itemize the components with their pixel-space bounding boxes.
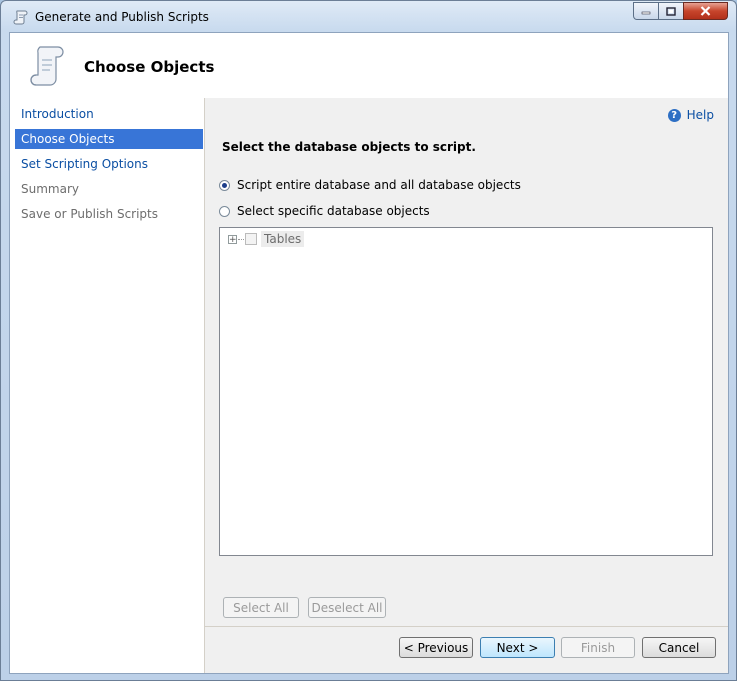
cancel-button[interactable]: Cancel xyxy=(642,637,716,658)
minimize-button[interactable] xyxy=(633,2,659,20)
tree-item-tables: + Tables xyxy=(228,231,305,247)
nav-item-choose-objects[interactable]: Choose Objects xyxy=(15,129,203,149)
close-icon xyxy=(700,6,711,16)
dialog-window: Generate and Publish Scripts Choose Obje… xyxy=(0,0,737,681)
radio-button-unchecked[interactable] xyxy=(219,205,230,217)
option-entire-database[interactable]: Script entire database and all database … xyxy=(219,178,521,192)
radio-button-checked[interactable] xyxy=(219,179,230,191)
page-header: Choose Objects xyxy=(10,33,728,97)
previous-button[interactable]: < Previous xyxy=(399,637,473,658)
select-all-button[interactable]: Select All xyxy=(223,597,299,618)
objects-tree[interactable]: + Tables xyxy=(219,227,713,556)
tree-item-checkbox[interactable] xyxy=(245,233,257,245)
footer-divider xyxy=(205,626,728,627)
next-button[interactable]: Next > xyxy=(480,637,555,658)
title-bar[interactable]: Generate and Publish Scripts xyxy=(1,1,736,33)
scroll-icon xyxy=(13,10,28,25)
instruction-text: Select the database objects to script. xyxy=(222,140,476,154)
nav-item-introduction[interactable]: Introduction xyxy=(15,104,203,124)
minimize-icon xyxy=(641,11,651,15)
expand-plus-icon[interactable]: + xyxy=(228,234,237,244)
maximize-button[interactable] xyxy=(658,2,684,20)
wizard-nav: Introduction Choose Objects Set Scriptin… xyxy=(15,98,205,673)
main-panel: ? Help Select the database objects to sc… xyxy=(205,98,728,673)
help-label: Help xyxy=(686,108,714,122)
window-title: Generate and Publish Scripts xyxy=(35,10,209,24)
nav-item-summary: Summary xyxy=(21,182,79,196)
close-button[interactable] xyxy=(683,2,728,20)
page-title: Choose Objects xyxy=(84,58,215,76)
option-label: Script entire database and all database … xyxy=(237,178,521,192)
help-link[interactable]: ? Help xyxy=(667,108,714,122)
maximize-icon xyxy=(666,6,676,16)
scroll-icon xyxy=(30,46,64,86)
finish-button[interactable]: Finish xyxy=(561,637,635,658)
deselect-all-button[interactable]: Deselect All xyxy=(308,597,386,618)
tree-item-label: Tables xyxy=(261,231,305,247)
nav-item-set-scripting-options[interactable]: Set Scripting Options xyxy=(15,154,203,174)
option-specific-objects[interactable]: Select specific database objects xyxy=(219,204,430,218)
dialog-client: Choose Objects Introduction Choose Objec… xyxy=(9,32,729,674)
option-label: Select specific database objects xyxy=(237,204,430,218)
tree-connector xyxy=(238,238,244,240)
help-icon: ? xyxy=(667,108,681,122)
caption-buttons xyxy=(633,2,728,20)
nav-item-save-or-publish: Save or Publish Scripts xyxy=(21,207,159,221)
